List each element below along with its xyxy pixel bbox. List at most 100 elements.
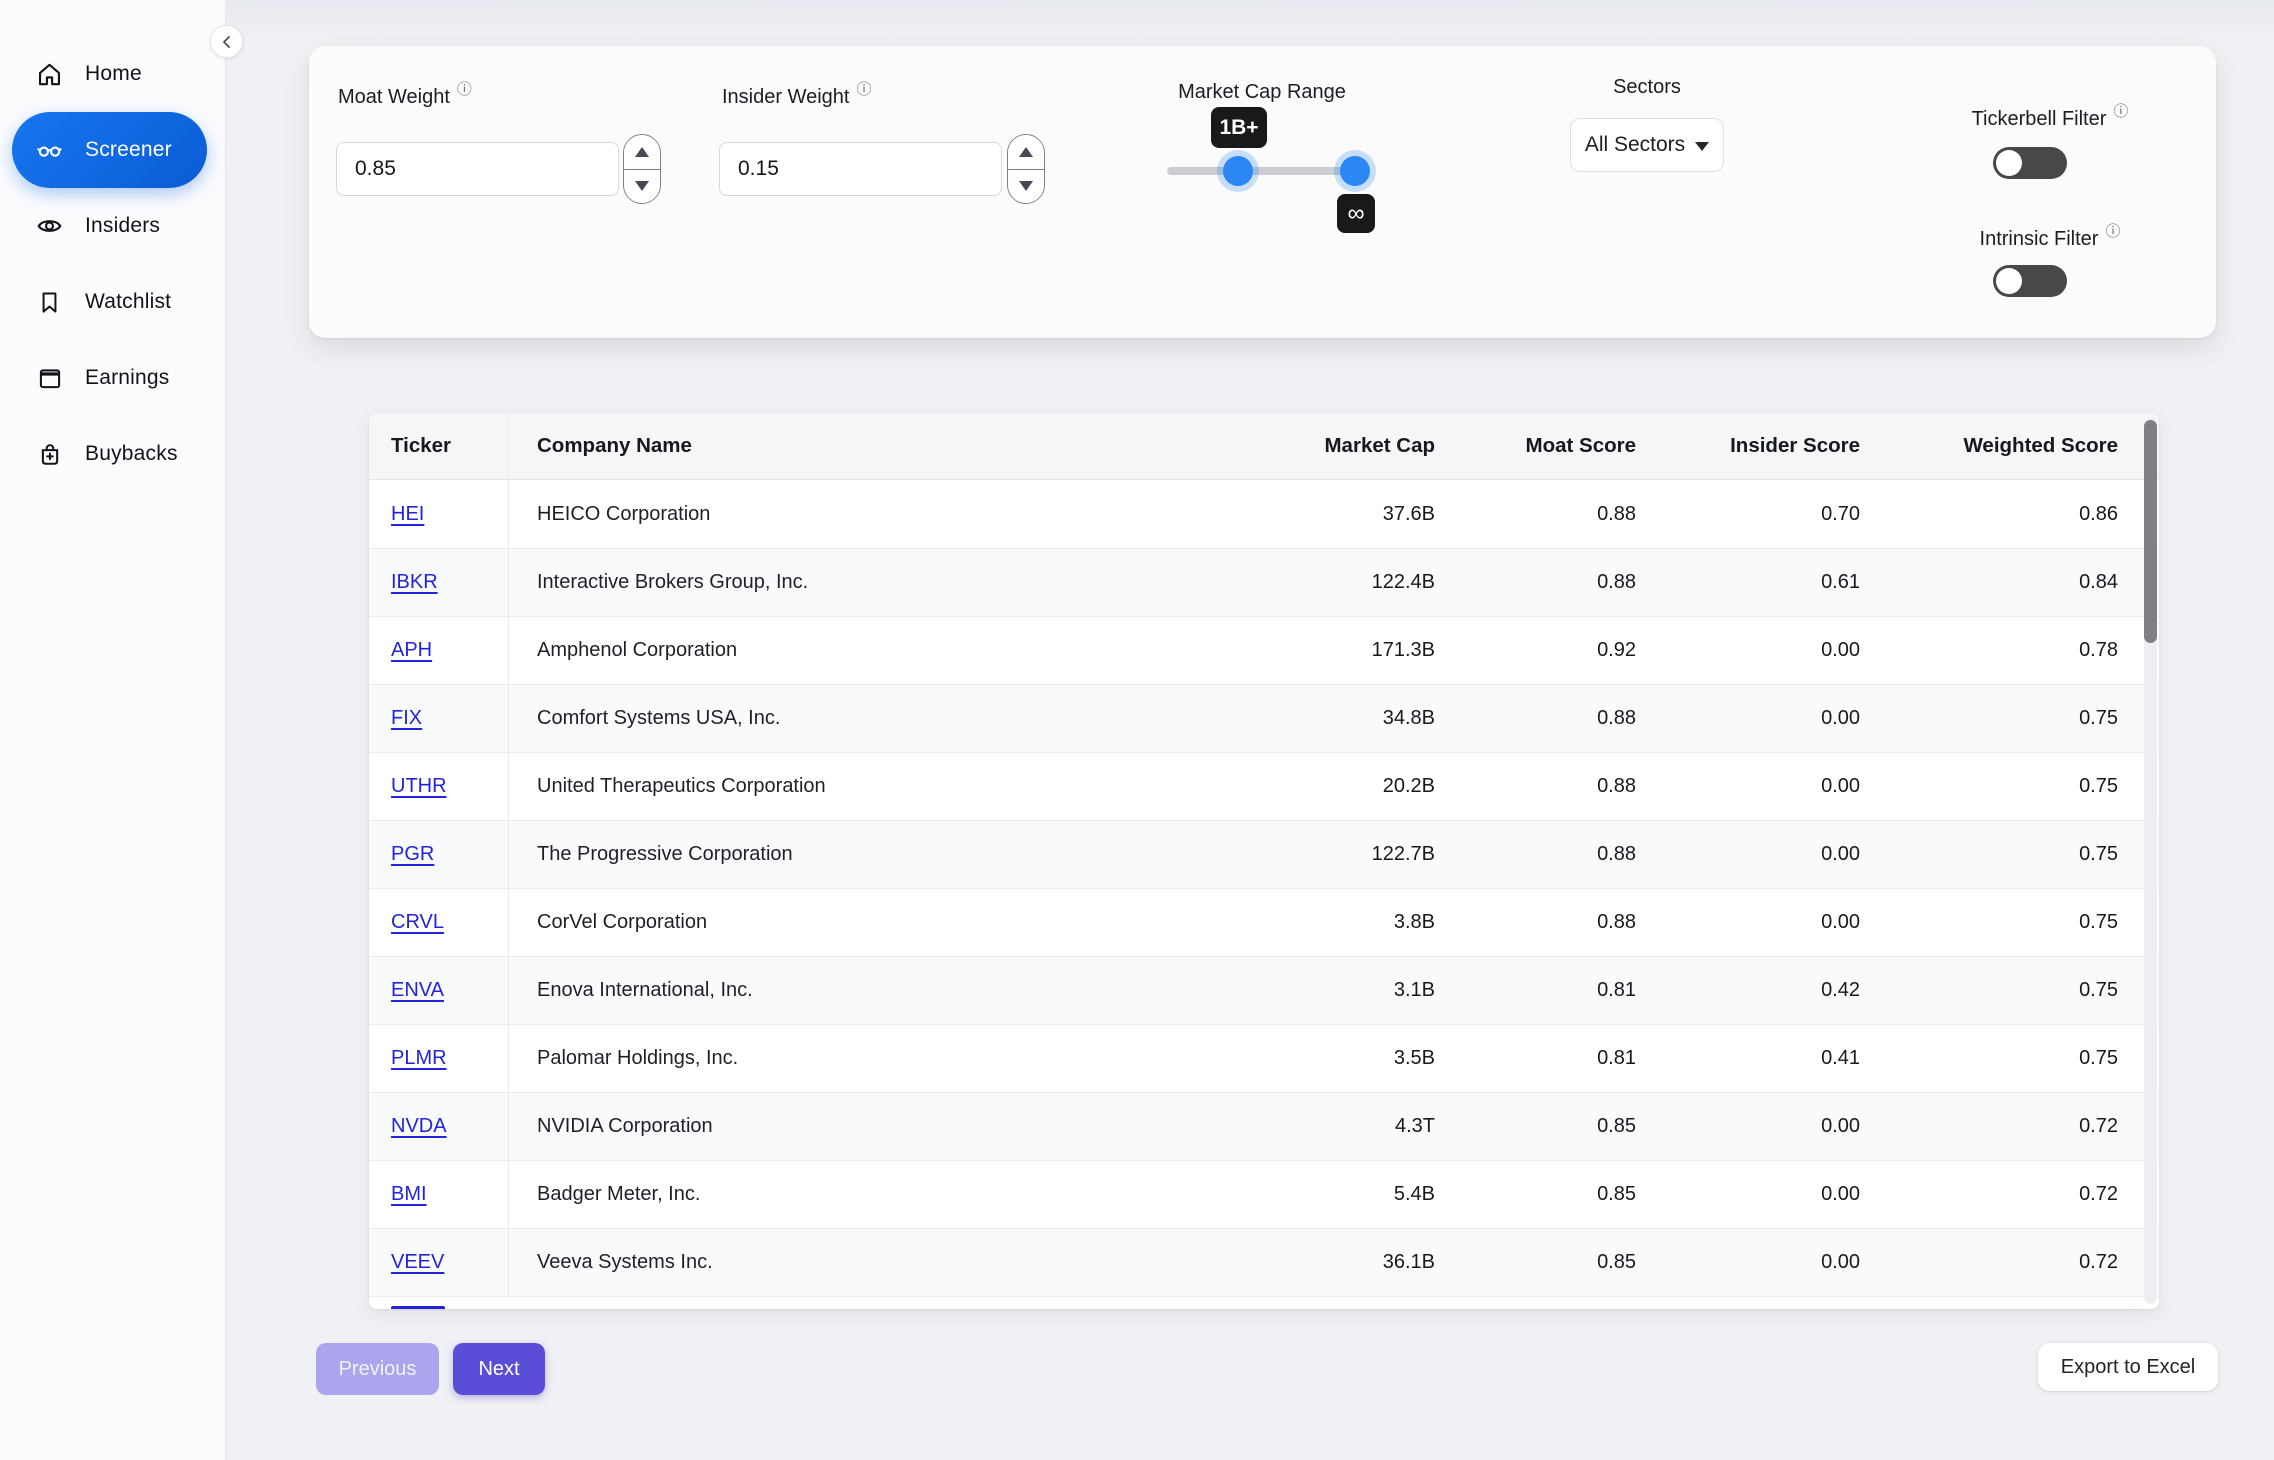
company-name-cell: United Therapeutics Corporation xyxy=(509,753,1069,820)
market-cap-max-tooltip: ∞ xyxy=(1337,194,1375,233)
insider-weight-decrement-button[interactable] xyxy=(1008,169,1044,204)
tickerbell-filter-toggle[interactable] xyxy=(1993,147,2067,179)
table-scrollbar[interactable] xyxy=(2144,418,2157,1304)
insider-score-cell: 0.00 xyxy=(1636,821,1860,888)
table-row: APHAmphenol Corporation171.3B0.920.000.7… xyxy=(369,616,2159,684)
moat-weight-stepper xyxy=(623,134,661,204)
sectors-dropdown[interactable]: All Sectors xyxy=(1570,118,1724,172)
ticker-cell: CRVL xyxy=(369,889,509,956)
ticker-link[interactable]: NVDA xyxy=(391,1115,447,1138)
filter-panel: Moat Weight ⓘ Insider Weight ⓘ Market Cap … xyxy=(309,46,2216,338)
ticker-link[interactable]: ENVA xyxy=(391,979,444,1002)
ticker-cell: UTHR xyxy=(369,753,509,820)
market-cap-cell: 37.6B xyxy=(1069,480,1435,548)
bag-plus-icon xyxy=(36,441,63,468)
sidebar-item-earnings[interactable]: Earnings xyxy=(12,340,207,416)
market-cap-slider-track[interactable] xyxy=(1167,167,1357,175)
weighted-score-cell: 0.78 xyxy=(1860,617,2118,684)
market-cap-slider-handle-max[interactable] xyxy=(1340,156,1370,186)
sidebar-item-screener[interactable]: Screener xyxy=(12,112,207,188)
info-icon[interactable]: ⓘ xyxy=(2113,103,2128,120)
market-cap-cell: 4.3T xyxy=(1069,1093,1435,1160)
market-cap-cell: 3.8B xyxy=(1069,889,1435,956)
insider-score-cell: 0.41 xyxy=(1636,1025,1860,1092)
table-header-row: TickerCompany NameMarket CapMoat ScoreIn… xyxy=(369,413,2159,480)
sidebar-collapse-button[interactable] xyxy=(210,25,243,58)
insider-score-cell: 0.00 xyxy=(1636,617,1860,684)
moat-score-cell: 0.88 xyxy=(1435,889,1636,956)
market-cap-min-tooltip: 1B+ xyxy=(1211,107,1267,148)
weighted-score-cell: 0.75 xyxy=(1860,821,2118,888)
moat-score-cell: 0.81 xyxy=(1435,1025,1636,1092)
sidebar-item-label: Home xyxy=(85,62,142,86)
ticker-link[interactable]: FIX xyxy=(391,707,422,730)
insider-score-cell: 0.00 xyxy=(1636,753,1860,820)
insider-score-cell: 0.00 xyxy=(1636,685,1860,752)
ticker-cell: PLMR xyxy=(369,1025,509,1092)
moat-weight-label-text: Moat Weight xyxy=(338,86,450,108)
weighted-score-cell: 0.75 xyxy=(1860,1025,2118,1092)
company-name-cell: HEICO Corporation xyxy=(509,480,1069,548)
market-cap-cell: 3.5B xyxy=(1069,1025,1435,1092)
info-icon[interactable]: ⓘ xyxy=(856,81,871,98)
sectors-selected-value: All Sectors xyxy=(1585,133,1685,157)
moat-weight-increment-button[interactable] xyxy=(624,135,660,169)
ticker-cell: ENVA xyxy=(369,957,509,1024)
table-row: PLMRPalomar Holdings, Inc.3.5B0.810.410.… xyxy=(369,1024,2159,1092)
arrow-down-icon xyxy=(1019,181,1033,191)
market-cap-cell: 20.2B xyxy=(1069,753,1435,820)
table-scrollbar-thumb[interactable] xyxy=(2144,420,2157,643)
moat-score-cell: 0.92 xyxy=(1435,617,1636,684)
info-icon[interactable]: ⓘ xyxy=(2105,223,2120,240)
company-name-cell: Veeva Systems Inc. xyxy=(509,1229,1069,1296)
market-cap-cell: 34.8B xyxy=(1069,685,1435,752)
glasses-icon xyxy=(36,137,63,164)
ticker-cell: NVDA xyxy=(369,1093,509,1160)
previous-page-button[interactable]: Previous xyxy=(316,1343,439,1395)
clipped-ticker-link xyxy=(391,1306,445,1309)
market-cap-slider-handle-min[interactable] xyxy=(1223,156,1253,186)
next-page-button[interactable]: Next xyxy=(453,1343,545,1395)
ticker-link[interactable]: PLMR xyxy=(391,1047,447,1070)
column-header-market-cap: Market Cap xyxy=(1069,413,1435,479)
ticker-cell: APH xyxy=(369,617,509,684)
sidebar-item-insiders[interactable]: Insiders xyxy=(12,188,207,264)
ticker-cell: IBKR xyxy=(369,549,509,616)
ticker-cell: BMI xyxy=(369,1161,509,1228)
moat-weight-decrement-button[interactable] xyxy=(624,169,660,204)
sidebar-item-buybacks[interactable]: Buybacks xyxy=(12,416,207,492)
home-icon xyxy=(36,61,63,88)
company-name-cell: NVIDIA Corporation xyxy=(509,1093,1069,1160)
screener-results-table: TickerCompany NameMarket CapMoat ScoreIn… xyxy=(369,413,2159,1309)
insider-weight-input[interactable] xyxy=(719,142,1002,196)
ticker-link[interactable]: PGR xyxy=(391,843,434,866)
insider-weight-stepper xyxy=(1007,134,1045,204)
column-header-moat-score: Moat Score xyxy=(1435,413,1636,479)
insider-score-cell: 0.00 xyxy=(1636,1093,1860,1160)
weighted-score-cell: 0.86 xyxy=(1860,480,2118,548)
table-row: UTHR United Therapeutics Corporation20.2B… xyxy=(369,752,2159,820)
insider-weight-increment-button[interactable] xyxy=(1008,135,1044,169)
sidebar-item-watchlist[interactable]: Watchlist xyxy=(12,264,207,340)
ticker-link[interactable]: BMI xyxy=(391,1183,427,1206)
column-header-insider-score: Insider Score xyxy=(1636,413,1860,479)
tickerbell-filter-label-text: Tickerbell Filter xyxy=(1972,108,2107,130)
ticker-link[interactable]: APH xyxy=(391,639,432,662)
info-icon[interactable]: ⓘ xyxy=(457,81,472,98)
ticker-link[interactable]: CRVL xyxy=(391,911,444,934)
table-row: HEIHEICO Corporation37.6B0.880.700.86 xyxy=(369,480,2159,548)
insider-weight-label-text: Insider Weight xyxy=(722,86,849,108)
export-to-excel-button[interactable]: Export to Excel xyxy=(2038,1343,2218,1391)
intrinsic-filter-toggle[interactable] xyxy=(1993,265,2067,297)
ticker-link[interactable]: HEI xyxy=(391,503,424,526)
arrow-down-icon xyxy=(635,181,649,191)
ticker-link[interactable]: UTHR xyxy=(391,775,447,798)
market-cap-range-label: Market Cap Range xyxy=(1117,80,1407,104)
weighted-score-cell: 0.75 xyxy=(1860,957,2118,1024)
ticker-link[interactable]: IBKR xyxy=(391,571,438,594)
insider-score-cell: 0.00 xyxy=(1636,1161,1860,1228)
weighted-score-cell: 0.72 xyxy=(1860,1093,2118,1160)
ticker-link[interactable]: VEEV xyxy=(391,1251,444,1274)
moat-weight-input[interactable] xyxy=(336,142,619,196)
sidebar-item-home[interactable]: Home xyxy=(12,36,207,112)
